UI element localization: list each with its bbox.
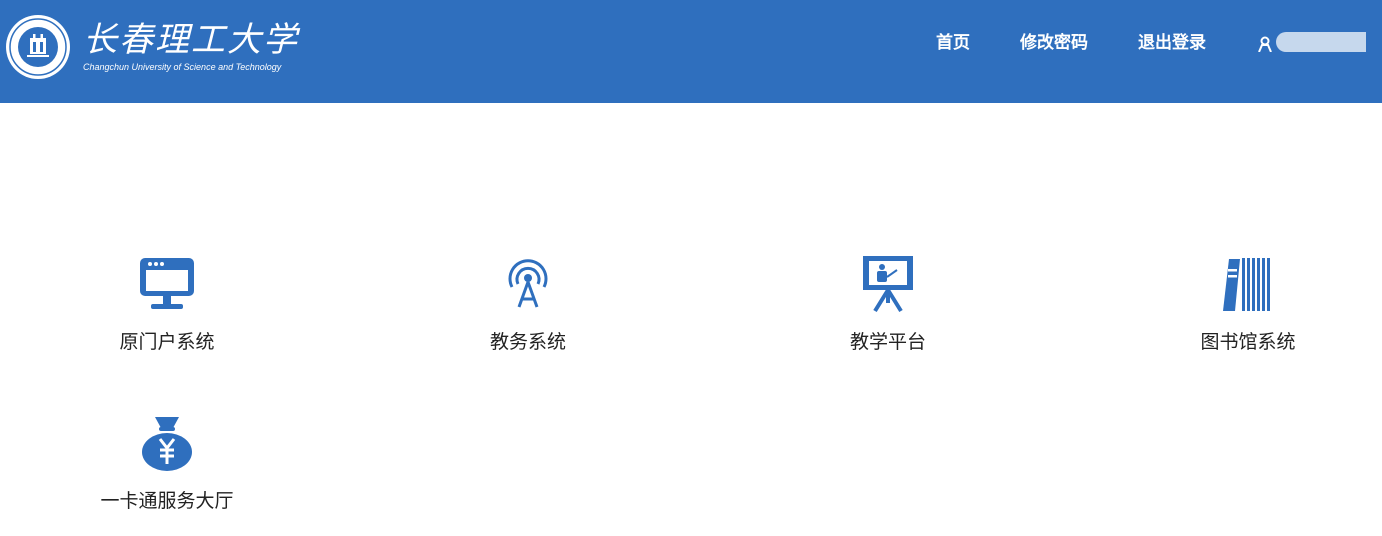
nav-logout-link[interactable]: 退出登录 (1138, 30, 1206, 56)
tile-label: 教学平台 (849, 331, 926, 353)
books-icon (1223, 258, 1270, 311)
monitor-icon (140, 258, 194, 309)
top-header: 长春理工大学 Changchun University of Science a… (0, 0, 1382, 103)
university-name-cn: 长春理工大学 (83, 20, 299, 60)
tile-library-system[interactable]: 图书馆系统 (1158, 253, 1338, 354)
university-seal-icon (6, 15, 70, 79)
tile-label: 教务系统 (489, 331, 566, 353)
nav-home-link[interactable]: 首页 (936, 30, 970, 56)
user-name-redacted[interactable] (1276, 32, 1366, 52)
broadcast-tower-icon (508, 259, 548, 308)
tile-label: 一卡通服务大厅 (100, 490, 234, 512)
tile-teaching-platform[interactable]: 教学平台 (798, 253, 978, 354)
tile-label: 图书馆系统 (1200, 331, 1296, 353)
user-icon[interactable] (1257, 36, 1273, 52)
tile-portal-system[interactable]: 原门户系统 (77, 253, 257, 354)
university-logo[interactable]: 长春理工大学 Changchun University of Science a… (5, 14, 297, 80)
tile-campus-card-service[interactable]: 一卡通服务大厅 (77, 412, 257, 513)
tile-label: 原门户系统 (119, 331, 215, 353)
university-name-en: Changchun University of Science and Tech… (83, 62, 282, 72)
tile-academic-affairs[interactable]: 教务系统 (438, 253, 618, 354)
presentation-board-icon (863, 256, 913, 313)
nav-change-password-link[interactable]: 修改密码 (1020, 30, 1088, 56)
money-bag-icon (142, 417, 192, 471)
